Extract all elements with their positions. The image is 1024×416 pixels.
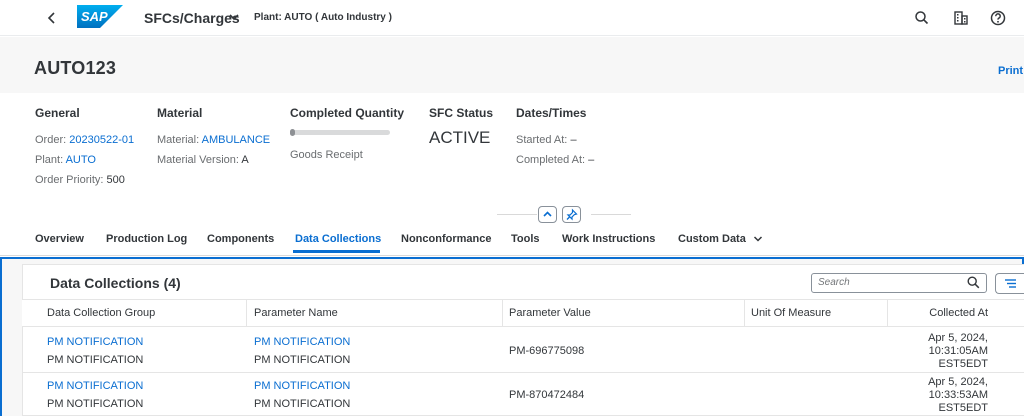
- page-title: AUTO123: [34, 58, 117, 78]
- header-divider-right: [591, 214, 631, 215]
- completed-at-label: Completed At:: [516, 154, 586, 166]
- facet-general: General Order: 20230522-01 Plant: AUTO O…: [35, 106, 134, 190]
- parameter-text: PM NOTIFICATION: [254, 354, 351, 366]
- order-priority-value: 500: [106, 174, 125, 186]
- parameter-link[interactable]: PM NOTIFICATION: [254, 379, 350, 393]
- material-link[interactable]: AMBULANCE: [202, 134, 270, 146]
- header-divider-left: [497, 214, 537, 215]
- collected-time: 10:33:53AM: [928, 389, 988, 401]
- tab-components[interactable]: Components: [207, 232, 274, 246]
- collected-date: Apr 5, 2024,: [928, 332, 988, 344]
- chevron-down-icon[interactable]: [228, 10, 240, 24]
- facet-heading: Completed Quantity: [290, 106, 405, 120]
- tab-nonconformance[interactable]: Nonconformance: [401, 232, 491, 246]
- tab-tools[interactable]: Tools: [511, 232, 540, 246]
- facet-heading: General: [35, 106, 80, 120]
- facet-sfc-status: SFC Status ACTIVE: [429, 106, 493, 148]
- tab-overview[interactable]: Overview: [35, 232, 84, 246]
- started-at-value: –: [570, 134, 577, 146]
- pin-header-button[interactable]: [562, 206, 581, 223]
- goods-receipt-label: Goods Receipt: [290, 149, 363, 161]
- parameter-value: PM-870472484: [509, 389, 585, 401]
- plant-field-label: Plant:: [35, 154, 64, 166]
- help-icon[interactable]: [989, 9, 1007, 27]
- facet-material: Material Material: AMBULANCE Material Ve…: [157, 106, 270, 170]
- print-button[interactable]: Print: [998, 65, 1023, 77]
- column-separator: [246, 300, 247, 327]
- column-separator: [744, 300, 745, 327]
- parameter-link[interactable]: PM NOTIFICATION: [254, 335, 350, 349]
- search-icon[interactable]: [966, 275, 981, 290]
- facet-heading: Dates/Times: [516, 106, 587, 120]
- group-link[interactable]: PM NOTIFICATION: [47, 379, 143, 393]
- column-header-group[interactable]: Data Collection Group: [47, 306, 155, 320]
- settings-list-icon: [1005, 279, 1016, 288]
- collected-time: 10:31:05AM: [928, 345, 988, 357]
- collected-timezone: EST5EDT: [938, 358, 988, 370]
- tab-custom-data[interactable]: Custom Data: [678, 232, 746, 246]
- quantity-progress-bar: [290, 129, 390, 136]
- facet-dates: Dates/Times Started At: – Completed At: …: [516, 106, 594, 170]
- column-header-parameter-value[interactable]: Parameter Value: [509, 306, 591, 320]
- collected-timezone: EST5EDT: [938, 402, 988, 414]
- collapse-header-button[interactable]: [538, 206, 557, 223]
- parameter-value: PM-696775098: [509, 345, 585, 357]
- pin-icon: [566, 208, 578, 221]
- tab-work-instructions[interactable]: Work Instructions: [562, 232, 655, 246]
- tab-bar: Overview Production Log Components Data …: [0, 226, 1024, 256]
- data-collections-title: Data Collections (4): [50, 275, 181, 291]
- order-priority-label: Order Priority:: [35, 174, 104, 186]
- search-placeholder: Search: [818, 277, 850, 288]
- object-header: AUTO123 Print: [0, 37, 1024, 93]
- tab-data-collections[interactable]: Data Collections: [295, 232, 381, 246]
- facet-completed-quantity: Completed Quantity Goods Receipt: [290, 106, 404, 161]
- tab-selected-indicator: [293, 250, 380, 253]
- shell-bar: SAP SFCs/Charges Plant: AUTO ( Auto Indu…: [0, 0, 1024, 36]
- column-header-unit-of-measure[interactable]: Unit Of Measure: [751, 306, 831, 320]
- column-separator: [502, 300, 503, 327]
- sfc-status-value: ACTIVE: [429, 128, 491, 147]
- column-header-collected-at[interactable]: Collected At: [889, 306, 988, 320]
- app-title[interactable]: SFCs/Charges: [144, 9, 240, 27]
- tab-production-log[interactable]: Production Log: [106, 232, 187, 246]
- facet-heading: Material: [157, 106, 203, 120]
- chevron-up-icon: [543, 211, 552, 217]
- order-label: Order:: [35, 134, 67, 146]
- started-at-label: Started At:: [516, 134, 568, 146]
- material-version-value: A: [241, 154, 249, 166]
- back-icon[interactable]: [44, 9, 60, 27]
- column-separator: [887, 300, 888, 327]
- group-text: PM NOTIFICATION: [47, 354, 144, 366]
- progress-indicator: [290, 129, 295, 136]
- plant-link[interactable]: AUTO: [66, 154, 96, 166]
- group-link[interactable]: PM NOTIFICATION: [47, 335, 143, 349]
- facet-heading: SFC Status: [429, 106, 494, 120]
- order-link[interactable]: 20230522-01: [69, 134, 134, 146]
- collected-date: Apr 5, 2024,: [928, 376, 988, 388]
- chevron-down-icon[interactable]: [752, 233, 764, 249]
- material-label: Material:: [157, 134, 200, 146]
- plant-label: Plant: AUTO ( Auto Industry ): [254, 12, 392, 23]
- parameter-text: PM NOTIFICATION: [254, 398, 351, 410]
- column-header-parameter-name[interactable]: Parameter Name: [254, 306, 338, 320]
- sap-logo[interactable]: SAP: [77, 5, 123, 28]
- table-settings-button[interactable]: [995, 273, 1024, 294]
- sap-logo-text: SAP: [81, 9, 108, 24]
- group-text: PM NOTIFICATION: [47, 398, 144, 410]
- building-icon[interactable]: [952, 9, 970, 27]
- row-divider: [22, 372, 1024, 373]
- material-version-label: Material Version:: [157, 154, 239, 166]
- completed-at-value: –: [588, 154, 595, 166]
- search-icon[interactable]: [913, 9, 931, 27]
